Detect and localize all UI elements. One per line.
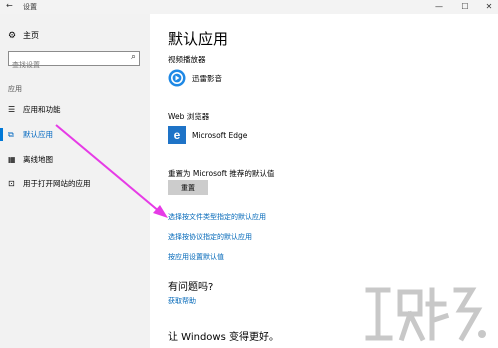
sidebar-item-label: 默认应用 <box>23 130 53 139</box>
default-apps-icon: ⧉ <box>8 129 14 139</box>
sidebar-item-label: 离线地图 <box>23 155 53 164</box>
home-label: 主页 <box>23 31 39 40</box>
sidebar-item-offline-maps[interactable]: ▦ 离线地图 <box>8 154 53 165</box>
link-choose-by-file-type[interactable]: 选择按文件类型指定的默认应用 <box>168 212 266 222</box>
map-icon: ▦ <box>8 155 16 164</box>
xunlei-icon <box>168 69 186 87</box>
section-label-apps: 应用 <box>8 85 22 93</box>
watermark-logo <box>365 287 486 342</box>
video-player-label: 视频播放器 <box>168 55 206 64</box>
improve-heading: 让 Windows 变得更好。 <box>168 332 279 343</box>
sidebar: ⚙ 主页 ⌕ 应用 ☰ 应用和功能 ⧉ 默认应用 ▦ 离线地图 ⊡ 用于打开网站… <box>0 14 150 348</box>
close-button[interactable]: ✕ <box>482 1 496 13</box>
search-icon: ⌕ <box>130 52 136 62</box>
reset-label: 重置为 Microsoft 推荐的默认值 <box>168 169 275 178</box>
active-indicator <box>0 128 3 141</box>
minimize-button[interactable]: — <box>432 1 446 13</box>
video-player-app[interactable]: 迅雷影音 <box>168 69 222 87</box>
web-app-icon: ⊡ <box>8 179 15 188</box>
sidebar-item-default-apps[interactable]: ⧉ 默认应用 <box>8 129 53 140</box>
question-heading: 有问题吗? <box>168 282 214 293</box>
list-icon: ☰ <box>8 105 16 114</box>
edge-icon: e <box>168 126 186 144</box>
video-player-app-name: 迅雷影音 <box>192 73 222 83</box>
sidebar-item-apps-features[interactable]: ☰ 应用和功能 <box>8 104 61 115</box>
search-box[interactable]: ⌕ <box>8 51 140 72</box>
web-browser-label: Web 浏览器 <box>168 112 210 121</box>
back-arrow-icon[interactable]: ← <box>6 1 13 10</box>
page-title: 默认应用 <box>168 30 229 48</box>
web-browser-app[interactable]: e Microsoft Edge <box>168 126 247 144</box>
sidebar-item-apps-for-websites[interactable]: ⊡ 用于打开网站的应用 <box>8 178 91 189</box>
link-choose-by-protocol[interactable]: 选择按协议指定的默认应用 <box>168 232 252 242</box>
title-bar: ← 设置 — ☐ ✕ <box>0 0 498 14</box>
link-set-defaults-by-app[interactable]: 按应用设置默认值 <box>168 252 224 262</box>
sidebar-item-label: 用于打开网站的应用 <box>23 179 91 188</box>
web-browser-app-name: Microsoft Edge <box>192 130 248 140</box>
gear-icon: ⚙ <box>8 30 17 41</box>
home-nav-item[interactable]: ⚙ 主页 <box>8 30 39 41</box>
reset-button[interactable]: 重置 <box>168 180 208 195</box>
search-input[interactable] <box>9 58 122 72</box>
get-help-link[interactable]: 获取帮助 <box>168 296 196 306</box>
sidebar-item-label: 应用和功能 <box>23 105 61 114</box>
svg-text:e: e <box>174 128 181 142</box>
window-title: 设置 <box>23 3 37 11</box>
maximize-button[interactable]: ☐ <box>458 1 472 13</box>
